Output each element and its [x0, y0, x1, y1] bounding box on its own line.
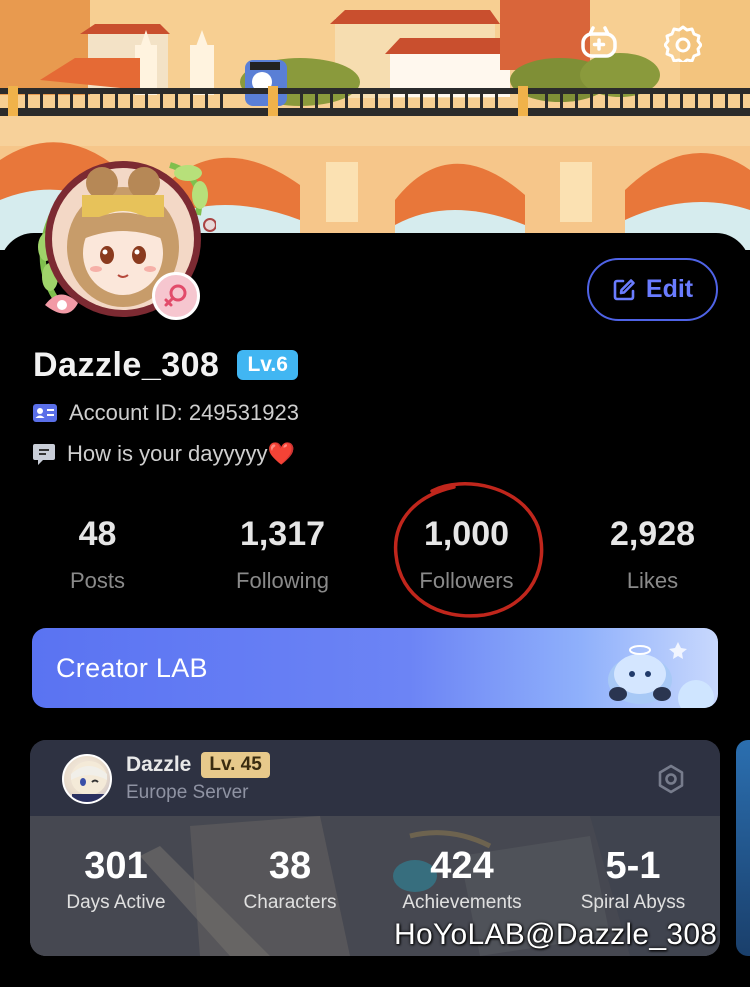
creator-lab-banner[interactable]: Creator LAB: [32, 628, 718, 708]
name-row: Dazzle_308 Lv.6: [33, 344, 298, 386]
stat-value: 2,928: [609, 515, 696, 553]
female-gender-icon: [152, 272, 200, 320]
game-stat-label: Achievements: [402, 892, 522, 913]
edit-icon: [613, 278, 635, 300]
game-server: Europe Server: [126, 782, 249, 803]
speech-bubble-icon: [33, 444, 55, 465]
game-stat-label: Characters: [243, 892, 337, 913]
game-stat-label: Spiral Abyss: [580, 892, 686, 913]
stat-label: Likes: [626, 568, 679, 593]
stat-value: 48: [78, 515, 117, 553]
heart-emoji: ❤️: [267, 441, 295, 466]
game-nickname: Dazzle: [126, 753, 192, 776]
game-stat-value: 424: [430, 845, 494, 887]
hexagon-settings-icon[interactable]: [656, 764, 686, 794]
game-avatar: [62, 754, 112, 804]
gamepad-icon[interactable]: [580, 24, 624, 68]
gear-icon[interactable]: [664, 24, 708, 68]
game-level-badge: Lv. 45: [201, 752, 270, 778]
game-stat-value: 5-1: [605, 845, 661, 887]
game-stat-spiral-abyss: 5-1 Spiral Abyss: [570, 844, 696, 918]
next-game-card-peek[interactable]: [736, 740, 750, 956]
hand-drawn-circle-annotation: [393, 482, 544, 618]
edit-profile-button[interactable]: Edit: [587, 258, 718, 321]
id-card-icon: [33, 404, 57, 422]
creator-lab-label: Creator LAB: [56, 652, 208, 683]
bio-row: How is your dayyyyy ❤️: [33, 439, 295, 469]
user-level-badge: Lv.6: [237, 350, 298, 380]
profile-stats: 48 Posts 1,317 Following 1,000 Followers…: [0, 510, 750, 600]
game-stat-days-active: 301 Days Active: [52, 844, 180, 918]
stat-following[interactable]: 1,317 Following: [190, 510, 375, 604]
game-stat-value: 301: [84, 845, 148, 887]
stat-value: 1,317: [239, 515, 326, 553]
username: Dazzle_308: [33, 345, 220, 384]
game-stat-value: 38: [268, 845, 312, 887]
stat-label: Posts: [69, 568, 126, 593]
stat-likes[interactable]: 2,928 Likes: [560, 510, 745, 604]
game-stat-characters: 38 Characters: [230, 844, 350, 918]
edit-label: Edit: [645, 275, 694, 303]
stat-label: Following: [236, 568, 329, 593]
account-id-row[interactable]: Account ID: 249531923: [33, 398, 299, 428]
stat-posts[interactable]: 48 Posts: [5, 510, 190, 604]
watermark: HoYoLAB@Dazzle_308: [394, 918, 718, 951]
game-card-header: Dazzle Lv. 45 Europe Server: [30, 740, 720, 816]
account-id-text: Account ID: 249531923: [69, 400, 299, 425]
game-stat-label: Days Active: [66, 892, 166, 913]
game-stat-achievements: 424 Achievements: [392, 844, 532, 918]
game-name-row: Dazzle Lv. 45: [126, 752, 270, 778]
slime-mascot-icon: [608, 642, 714, 708]
bio-text: How is your dayyyyy: [67, 441, 268, 466]
